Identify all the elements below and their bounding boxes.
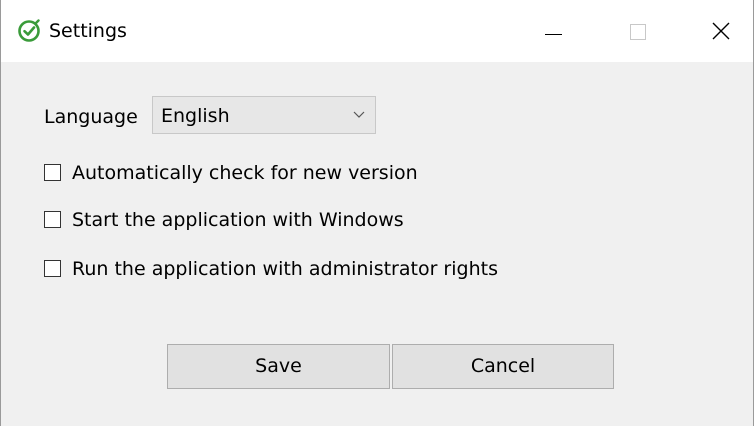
maximize-button[interactable] <box>605 0 675 62</box>
window-title: Settings <box>49 20 127 42</box>
language-selected-value: English <box>161 105 230 127</box>
start-with-windows-label[interactable]: Start the application with Windows <box>72 208 404 232</box>
minimize-button[interactable] <box>519 0 589 62</box>
check-circle-icon <box>18 19 40 42</box>
cancel-button[interactable]: Cancel <box>392 344 614 389</box>
chevron-down-icon <box>353 111 365 118</box>
language-label: Language <box>44 106 138 128</box>
settings-content: Language English Automatically check for… <box>1 62 753 426</box>
auto-check-update-checkbox[interactable] <box>44 164 61 181</box>
close-icon <box>712 22 730 40</box>
title-bar[interactable]: Settings <box>1 0 753 62</box>
start-with-windows-checkbox[interactable] <box>44 211 61 228</box>
run-as-admin-checkbox[interactable] <box>44 260 61 277</box>
minimize-icon <box>545 34 562 35</box>
maximize-icon <box>630 24 646 40</box>
language-select[interactable]: English <box>152 96 376 134</box>
settings-window: Settings Language English Automatically … <box>0 0 754 426</box>
close-button[interactable] <box>689 0 755 62</box>
save-button[interactable]: Save <box>167 344 390 389</box>
auto-check-update-label[interactable]: Automatically check for new version <box>72 161 418 185</box>
run-as-admin-label[interactable]: Run the application with administrator r… <box>72 257 498 281</box>
